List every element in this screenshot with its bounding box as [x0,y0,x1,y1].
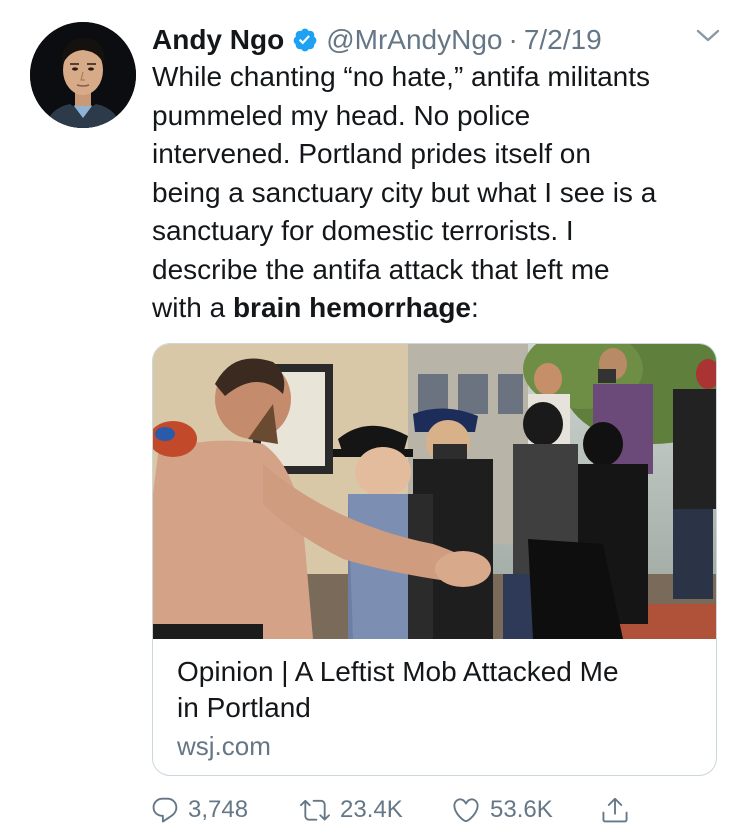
verified-badge-icon [292,27,318,53]
tweet-text-suffix: : [471,292,479,323]
card-title-line: Opinion | A Leftist Mob Attacked Me [177,656,619,687]
author-handle[interactable]: @MrAndyNgo [326,24,502,56]
tweet-text-bold: brain hemorrhage [232,292,471,323]
author-name[interactable]: Andy Ngo [152,24,284,56]
reply-icon [152,797,178,823]
card-body: Opinion | A Leftist Mob Attacked Me in P… [177,654,697,762]
share-button[interactable] [600,792,638,828]
tweet-text-prefix: with a [152,292,233,323]
like-count: 53.6K [490,796,553,823]
tweet-text: While chanting “no hate,” antifa militan… [152,58,727,328]
card-title[interactable]: Opinion | A Leftist Mob Attacked Me in P… [177,654,697,726]
retweet-count: 23.4K [340,796,403,823]
action-bar: 3,748 23.4K 53.6K [150,792,670,828]
retweet-icon [300,799,330,821]
avatar[interactable] [30,22,136,128]
tweet: Andy Ngo @MrAndyNgo · 7/2/19 While chant… [0,0,749,834]
card-title-line: in Portland [177,692,311,723]
card-image[interactable] [153,344,716,639]
tweet-text-line: While chanting “no hate,” antifa militan… [152,61,651,92]
chevron-down-icon[interactable] [694,26,722,46]
share-icon [602,797,628,823]
heart-icon [453,798,479,823]
reply-button[interactable]: 3,748 [150,792,248,828]
tweet-text-line: describe the antifa attack that left me [152,253,610,285]
tweet-text-line: being a sanctuary city but what I see is… [152,176,657,208]
tweet-text-line: sanctuary for domestic terrorists. I [152,215,574,246]
reply-count: 3,748 [188,796,249,823]
tweet-date[interactable]: 7/2/19 [524,24,602,56]
tweet-header: Andy Ngo @MrAndyNgo · 7/2/19 [152,20,602,60]
like-button[interactable]: 53.6K [450,792,553,828]
link-card[interactable]: Opinion | A Leftist Mob Attacked Me in P… [152,343,717,776]
tweet-text-line: intervened. Portland prides itself on [152,138,591,169]
tweet-text-last-line: with a brain hemorrhage: [152,289,727,328]
tweet-text-line: pummeled my head. No police [152,99,531,131]
header-separator: · [508,24,518,55]
retweet-button[interactable]: 23.4K [298,792,403,828]
card-domain: wsj.com [177,731,271,761]
